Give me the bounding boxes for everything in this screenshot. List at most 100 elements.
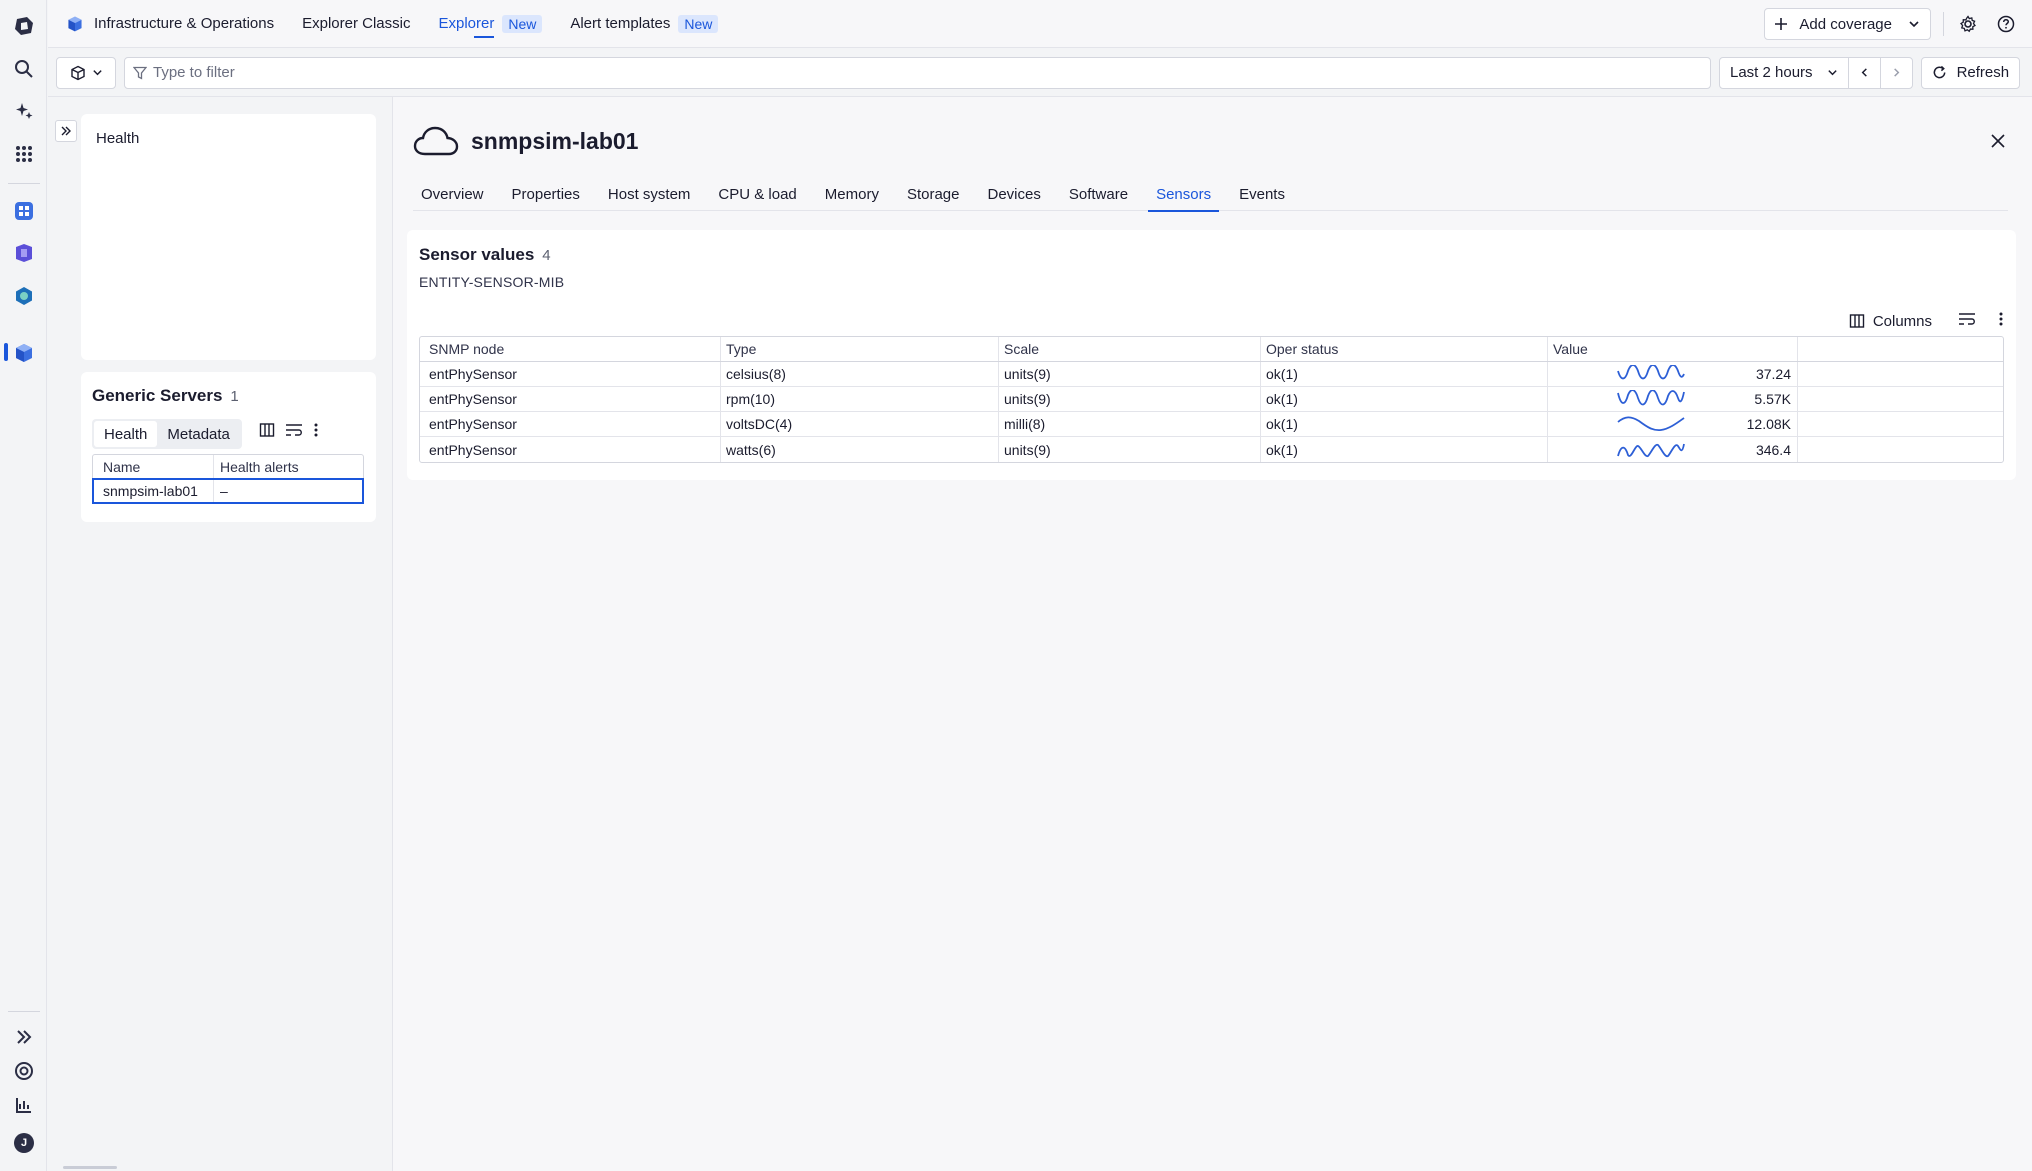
tab-events[interactable]: Events	[1231, 177, 1293, 211]
generic-servers-card: Generic Servers 1 Health Metadata Name He…	[81, 372, 376, 522]
table-row[interactable]: entPhySensor voltsDC(4) milli(8) ok(1) 1…	[420, 412, 2003, 437]
health-metadata-toggle: Health Metadata	[92, 419, 242, 449]
timeframe-label: Last 2 hours	[1730, 64, 1813, 81]
gear-icon	[1960, 15, 1976, 33]
avatar-initial: J	[14, 1133, 34, 1153]
cell-snmp-node: entPhySensor	[420, 437, 721, 462]
column-header-oper-status[interactable]: Oper status	[1261, 337, 1548, 361]
columns-icon[interactable]	[259, 422, 275, 443]
cell-type: watts(6)	[721, 437, 999, 462]
refresh-button[interactable]: Refresh	[1920, 56, 2021, 89]
tab-software[interactable]: Software	[1061, 177, 1136, 211]
cell-snmp-node: entPhySensor	[420, 412, 721, 436]
app-title-text: Infrastructure & Operations	[94, 15, 275, 32]
tab-memory[interactable]: Memory	[817, 177, 887, 211]
columns-button[interactable]: Columns	[1849, 313, 1932, 330]
table-row[interactable]: entPhySensor celsius(8) units(9) ok(1) 3…	[420, 362, 2003, 387]
cell-value: 37.24	[1548, 362, 1798, 386]
close-panel-button[interactable]	[1984, 127, 2012, 155]
tab-properties[interactable]: Properties	[504, 177, 588, 211]
kubernetes-app-icon[interactable]	[10, 282, 38, 310]
usage-chart-icon[interactable]	[10, 1091, 38, 1119]
question-icon	[1997, 15, 2015, 33]
table-row[interactable]: snmpsim-lab01 –	[92, 478, 364, 504]
timeframe-select[interactable]: Last 2 hours	[1720, 57, 1849, 88]
group-title-text: Generic Servers	[92, 386, 223, 405]
settings-button[interactable]	[1952, 8, 1984, 40]
value-text: 12.08K	[1746, 416, 1791, 432]
entity-type-select[interactable]	[56, 56, 116, 89]
tab-explorer[interactable]: Explorer New	[438, 0, 543, 48]
cell-type: rpm(10)	[721, 387, 999, 411]
filter-input[interactable]	[153, 64, 1653, 81]
dynatrace-logo-icon[interactable]	[10, 12, 38, 40]
infrastructure-app-icon[interactable]	[10, 339, 38, 367]
sensor-values-title: Sensor values 4	[419, 245, 551, 265]
server-health: –	[220, 483, 228, 499]
health-card-title: Health	[96, 130, 140, 147]
column-header-value[interactable]: Value	[1548, 337, 1798, 361]
table-header: SNMP node Type Scale Oper status Value	[420, 337, 2003, 362]
sparkline-chart	[1617, 443, 1685, 457]
cell-value: 346.4	[1548, 437, 1798, 462]
column-header-health-alerts[interactable]: Health alerts	[214, 455, 363, 478]
add-coverage-button[interactable]: Add coverage	[1764, 8, 1931, 40]
dashboards-app-icon[interactable]	[10, 197, 38, 225]
notebooks-app-icon[interactable]	[10, 239, 38, 267]
line-wrap-icon[interactable]	[1958, 311, 1976, 331]
chevron-down-icon	[1909, 21, 1919, 28]
cell-oper-status: ok(1)	[1261, 387, 1548, 411]
search-icon[interactable]	[10, 55, 38, 83]
group-count: 1	[230, 388, 239, 405]
more-options-icon[interactable]	[1998, 311, 2004, 331]
filter-field[interactable]	[124, 56, 1711, 89]
segment-health[interactable]: Health	[94, 421, 158, 447]
app-title[interactable]: Infrastructure & Operations	[66, 15, 274, 33]
table-row[interactable]: entPhySensor rpm(10) units(9) ok(1) 5.57…	[420, 387, 2003, 412]
table-header: Name Health alerts	[93, 455, 363, 479]
user-avatar[interactable]: J	[10, 1129, 38, 1157]
horizontal-scrollbar[interactable]	[63, 1166, 117, 1169]
expand-rail-icon[interactable]	[10, 1023, 38, 1051]
sparkline-chart	[1617, 365, 1685, 380]
tab-storage[interactable]: Storage	[899, 177, 968, 211]
help-button[interactable]	[1990, 8, 2022, 40]
column-header-snmp-node[interactable]: SNMP node	[420, 337, 721, 361]
column-header-scale[interactable]: Scale	[999, 337, 1261, 361]
line-wrap-icon[interactable]	[285, 422, 303, 443]
help-support-icon[interactable]	[10, 1057, 38, 1085]
timeframe-previous-button[interactable]	[1849, 57, 1881, 88]
value-text: 346.4	[1755, 441, 1791, 458]
entity-details-panel: snmpsim-lab01 Overview Properties Host s…	[393, 97, 2032, 1171]
table-row[interactable]: entPhySensor watts(6) units(9) ok(1) 346…	[420, 437, 2003, 462]
cell-scale: units(9)	[999, 362, 1261, 386]
tab-sensors[interactable]: Sensors	[1148, 177, 1220, 212]
tab-alert-templates[interactable]: Alert templates New	[570, 0, 719, 48]
expand-sidebar-button[interactable]	[55, 120, 77, 142]
health-card: Health	[81, 114, 376, 360]
tab-overview[interactable]: Overview	[413, 177, 492, 211]
more-options-icon[interactable]	[313, 422, 319, 443]
tab-devices[interactable]: Devices	[980, 177, 1049, 211]
apps-grid-icon[interactable]	[10, 140, 38, 168]
server-name: snmpsim-lab01	[93, 479, 214, 503]
top-bar: Infrastructure & Operations Explorer Cla…	[48, 0, 2032, 48]
sparkle-icon[interactable]	[10, 97, 38, 125]
column-header-name[interactable]: Name	[93, 455, 214, 478]
plus-icon	[1775, 18, 1788, 30]
columns-label: Columns	[1872, 312, 1932, 330]
chevron-down-icon	[92, 70, 102, 76]
column-header-type[interactable]: Type	[721, 337, 999, 361]
timeframe-next-button[interactable]	[1881, 58, 1912, 88]
segment-metadata[interactable]: Metadata	[157, 421, 240, 447]
sensor-table-tools: Columns	[1849, 311, 2004, 331]
chevron-down-icon	[1827, 70, 1837, 76]
tab-explorer-classic[interactable]: Explorer Classic	[302, 0, 410, 48]
timeframe-group: Last 2 hours	[1719, 56, 1913, 89]
active-app-indicator	[4, 343, 8, 361]
entity-title: snmpsim-lab01	[471, 127, 639, 154]
sensor-values-count: 4	[542, 247, 551, 264]
cell-oper-status: ok(1)	[1261, 362, 1548, 386]
tab-host-system[interactable]: Host system	[600, 177, 699, 211]
tab-cpu-load[interactable]: CPU & load	[710, 177, 804, 211]
